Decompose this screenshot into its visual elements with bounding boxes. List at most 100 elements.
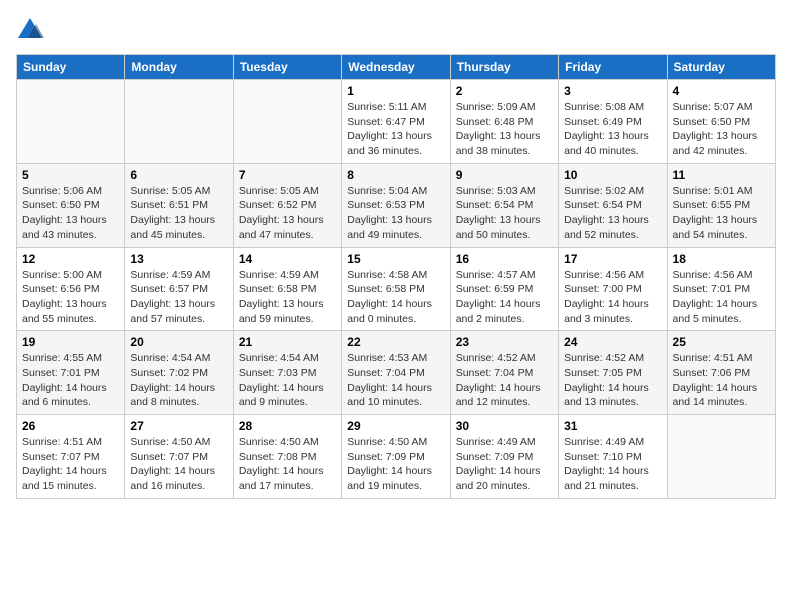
calendar-day-cell: 28 Sunrise: 4:50 AMSunset: 7:08 PMDayligh…: [233, 415, 341, 499]
weekday-header-tuesday: Tuesday: [233, 55, 341, 80]
calendar-day-cell: 5 Sunrise: 5:06 AMSunset: 6:50 PMDaylight…: [17, 163, 125, 247]
day-info: Sunrise: 4:53 AMSunset: 7:04 PMDaylight:…: [347, 351, 444, 410]
day-number: 12: [22, 252, 119, 266]
day-info: Sunrise: 4:52 AMSunset: 7:04 PMDaylight:…: [456, 351, 553, 410]
day-number: 16: [456, 252, 553, 266]
day-info: Sunrise: 4:52 AMSunset: 7:05 PMDaylight:…: [564, 351, 661, 410]
calendar-day-cell: 17 Sunrise: 4:56 AMSunset: 7:00 PMDayligh…: [559, 247, 667, 331]
day-number: 5: [22, 168, 119, 182]
day-info: Sunrise: 4:54 AMSunset: 7:03 PMDaylight:…: [239, 351, 336, 410]
day-number: 28: [239, 419, 336, 433]
day-number: 21: [239, 335, 336, 349]
day-info: Sunrise: 5:07 AMSunset: 6:50 PMDaylight:…: [673, 100, 770, 159]
day-number: 2: [456, 84, 553, 98]
day-number: 8: [347, 168, 444, 182]
calendar-day-cell: 31 Sunrise: 4:49 AMSunset: 7:10 PMDayligh…: [559, 415, 667, 499]
day-number: 20: [130, 335, 227, 349]
day-number: 23: [456, 335, 553, 349]
calendar-day-cell: 11Sunrise: 5:01 AMSunset: 6:55 PMDayligh…: [667, 163, 775, 247]
day-info: Sunrise: 4:50 AMSunset: 7:08 PMDaylight:…: [239, 435, 336, 494]
day-number: 18: [673, 252, 770, 266]
calendar-day-cell: 16 Sunrise: 4:57 AMSunset: 6:59 PMDayligh…: [450, 247, 558, 331]
day-info: Sunrise: 5:02 AMSunset: 6:54 PMDaylight:…: [564, 184, 661, 243]
calendar-day-cell: 4 Sunrise: 5:07 AMSunset: 6:50 PMDaylight…: [667, 80, 775, 164]
day-number: 25: [673, 335, 770, 349]
day-number: 29: [347, 419, 444, 433]
calendar-empty-cell: [233, 80, 341, 164]
calendar-empty-cell: [17, 80, 125, 164]
day-number: 24: [564, 335, 661, 349]
day-number: 27: [130, 419, 227, 433]
day-number: 13: [130, 252, 227, 266]
calendar-week-row: 19 Sunrise: 4:55 AMSunset: 7:01 PMDayligh…: [17, 331, 776, 415]
calendar-day-cell: 29Sunrise: 4:50 AMSunset: 7:09 PMDayligh…: [342, 415, 450, 499]
day-number: 4: [673, 84, 770, 98]
calendar-empty-cell: [667, 415, 775, 499]
page-header: [16, 16, 776, 44]
weekday-header-sunday: Sunday: [17, 55, 125, 80]
day-info: Sunrise: 4:59 AMSunset: 6:58 PMDaylight:…: [239, 268, 336, 327]
weekday-header-thursday: Thursday: [450, 55, 558, 80]
calendar-week-row: 26Sunrise: 4:51 AMSunset: 7:07 PMDayligh…: [17, 415, 776, 499]
weekday-header-monday: Monday: [125, 55, 233, 80]
day-info: Sunrise: 4:54 AMSunset: 7:02 PMDaylight:…: [130, 351, 227, 410]
calendar-day-cell: 7 Sunrise: 5:05 AMSunset: 6:52 PMDaylight…: [233, 163, 341, 247]
day-info: Sunrise: 5:08 AMSunset: 6:49 PMDaylight:…: [564, 100, 661, 159]
day-info: Sunrise: 5:09 AMSunset: 6:48 PMDaylight:…: [456, 100, 553, 159]
day-number: 17: [564, 252, 661, 266]
calendar-day-cell: 27Sunrise: 4:50 AMSunset: 7:07 PMDayligh…: [125, 415, 233, 499]
calendar-day-cell: 21 Sunrise: 4:54 AMSunset: 7:03 PMDayligh…: [233, 331, 341, 415]
day-info: Sunrise: 4:56 AMSunset: 7:01 PMDaylight:…: [673, 268, 770, 327]
day-number: 26: [22, 419, 119, 433]
calendar-day-cell: 20 Sunrise: 4:54 AMSunset: 7:02 PMDayligh…: [125, 331, 233, 415]
day-info: Sunrise: 5:03 AMSunset: 6:54 PMDaylight:…: [456, 184, 553, 243]
day-number: 9: [456, 168, 553, 182]
logo-icon: [16, 16, 44, 44]
day-info: Sunrise: 4:56 AMSunset: 7:00 PMDaylight:…: [564, 268, 661, 327]
day-number: 3: [564, 84, 661, 98]
calendar-day-cell: 22 Sunrise: 4:53 AMSunset: 7:04 PMDayligh…: [342, 331, 450, 415]
day-number: 31: [564, 419, 661, 433]
calendar-table: SundayMondayTuesdayWednesdayThursdayFrid…: [16, 54, 776, 499]
calendar-day-cell: 6 Sunrise: 5:05 AMSunset: 6:51 PMDaylight…: [125, 163, 233, 247]
calendar-week-row: 5 Sunrise: 5:06 AMSunset: 6:50 PMDaylight…: [17, 163, 776, 247]
day-number: 10: [564, 168, 661, 182]
day-info: Sunrise: 5:11 AMSunset: 6:47 PMDaylight:…: [347, 100, 444, 159]
calendar-day-cell: 24 Sunrise: 4:52 AMSunset: 7:05 PMDayligh…: [559, 331, 667, 415]
calendar-day-cell: 12 Sunrise: 5:00 AMSunset: 6:56 PMDayligh…: [17, 247, 125, 331]
day-number: 30: [456, 419, 553, 433]
calendar-day-cell: 30 Sunrise: 4:49 AMSunset: 7:09 PMDayligh…: [450, 415, 558, 499]
calendar-week-row: 1 Sunrise: 5:11 AMSunset: 6:47 PMDaylight…: [17, 80, 776, 164]
calendar-day-cell: 18 Sunrise: 4:56 AMSunset: 7:01 PMDayligh…: [667, 247, 775, 331]
day-number: 1: [347, 84, 444, 98]
day-info: Sunrise: 4:57 AMSunset: 6:59 PMDaylight:…: [456, 268, 553, 327]
calendar-day-cell: 9 Sunrise: 5:03 AMSunset: 6:54 PMDaylight…: [450, 163, 558, 247]
day-number: 7: [239, 168, 336, 182]
day-info: Sunrise: 4:49 AMSunset: 7:09 PMDaylight:…: [456, 435, 553, 494]
day-info: Sunrise: 5:05 AMSunset: 6:51 PMDaylight:…: [130, 184, 227, 243]
day-info: Sunrise: 4:51 AMSunset: 7:06 PMDaylight:…: [673, 351, 770, 410]
calendar-day-cell: 26Sunrise: 4:51 AMSunset: 7:07 PMDayligh…: [17, 415, 125, 499]
day-number: 19: [22, 335, 119, 349]
calendar-day-cell: 23 Sunrise: 4:52 AMSunset: 7:04 PMDayligh…: [450, 331, 558, 415]
calendar-day-cell: 19 Sunrise: 4:55 AMSunset: 7:01 PMDayligh…: [17, 331, 125, 415]
calendar-week-row: 12 Sunrise: 5:00 AMSunset: 6:56 PMDayligh…: [17, 247, 776, 331]
day-number: 14: [239, 252, 336, 266]
calendar-empty-cell: [125, 80, 233, 164]
calendar-day-cell: 1 Sunrise: 5:11 AMSunset: 6:47 PMDaylight…: [342, 80, 450, 164]
day-info: Sunrise: 5:04 AMSunset: 6:53 PMDaylight:…: [347, 184, 444, 243]
day-info: Sunrise: 4:55 AMSunset: 7:01 PMDaylight:…: [22, 351, 119, 410]
day-info: Sunrise: 5:06 AMSunset: 6:50 PMDaylight:…: [22, 184, 119, 243]
logo: [16, 16, 46, 44]
calendar-day-cell: 14 Sunrise: 4:59 AMSunset: 6:58 PMDayligh…: [233, 247, 341, 331]
day-number: 22: [347, 335, 444, 349]
day-info: Sunrise: 5:05 AMSunset: 6:52 PMDaylight:…: [239, 184, 336, 243]
calendar-day-cell: 2 Sunrise: 5:09 AMSunset: 6:48 PMDaylight…: [450, 80, 558, 164]
day-info: Sunrise: 4:49 AMSunset: 7:10 PMDaylight:…: [564, 435, 661, 494]
day-info: Sunrise: 4:59 AMSunset: 6:57 PMDaylight:…: [130, 268, 227, 327]
weekday-header-wednesday: Wednesday: [342, 55, 450, 80]
day-number: 6: [130, 168, 227, 182]
calendar-day-cell: 15Sunrise: 4:58 AMSunset: 6:58 PMDayligh…: [342, 247, 450, 331]
day-info: Sunrise: 5:00 AMSunset: 6:56 PMDaylight:…: [22, 268, 119, 327]
day-number: 15: [347, 252, 444, 266]
